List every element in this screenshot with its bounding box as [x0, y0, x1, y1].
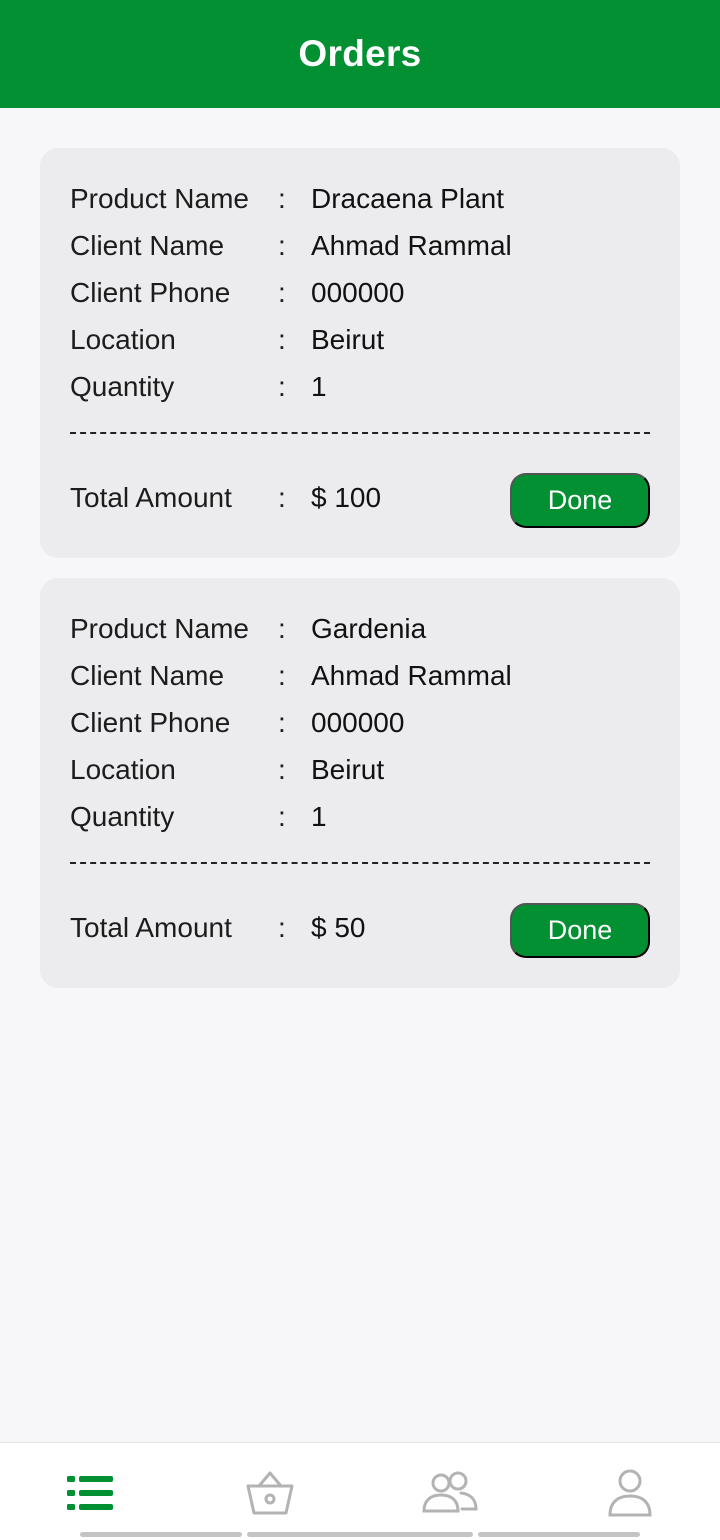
- total-amount-value: $ 100: [311, 481, 382, 513]
- product-name-value: Dracaena Plant: [311, 182, 505, 214]
- quantity-label: Quantity: [70, 800, 175, 832]
- location-label: Location: [70, 753, 176, 785]
- separator: :: [278, 276, 286, 308]
- order-card: Product Name : Gardenia Client Name : Ah…: [40, 578, 680, 988]
- location-value: Beirut: [311, 753, 385, 785]
- separator: :: [278, 481, 286, 513]
- nav-users[interactable]: [420, 1463, 480, 1523]
- separator: :: [278, 323, 286, 355]
- total-amount-label: Total Amount: [70, 481, 232, 513]
- client-name-value: Ahmad Rammal: [311, 229, 512, 261]
- quantity-value: 1: [311, 370, 327, 402]
- nav-indicator: [478, 1532, 640, 1537]
- users-icon: [422, 1471, 478, 1513]
- location-row: Location : Beirut: [70, 746, 650, 793]
- quantity-row: Quantity : 1: [70, 363, 650, 410]
- client-phone-value: 000000: [311, 706, 405, 738]
- location-row: Location : Beirut: [70, 316, 650, 363]
- separator: :: [278, 229, 286, 261]
- client-phone-label: Client Phone: [70, 706, 231, 738]
- done-button[interactable]: Done: [510, 473, 650, 528]
- nav-indicator: [80, 1532, 242, 1537]
- product-name-label: Product Name: [70, 182, 249, 214]
- product-name-row: Product Name : Dracaena Plant: [70, 175, 650, 222]
- total-amount-value: $ 50: [311, 911, 366, 943]
- app-bar: Orders: [0, 0, 720, 108]
- separator: :: [278, 659, 286, 691]
- client-phone-label: Client Phone: [70, 276, 231, 308]
- bottom-navigation: [0, 1442, 720, 1540]
- nav-orders[interactable]: [60, 1463, 120, 1523]
- client-name-row: Client Name : Ahmad Rammal: [70, 652, 650, 699]
- dashed-divider: [70, 862, 650, 864]
- separator: :: [278, 706, 286, 738]
- page-title: Orders: [298, 33, 422, 74]
- client-name-label: Client Name: [70, 229, 225, 261]
- nav-basket[interactable]: [240, 1463, 300, 1523]
- client-name-value: Ahmad Rammal: [311, 659, 512, 691]
- separator: :: [278, 612, 286, 644]
- location-value: Beirut: [311, 323, 385, 355]
- quantity-row: Quantity : 1: [70, 793, 650, 840]
- separator: :: [278, 800, 286, 832]
- product-name-row: Product Name : Gardenia: [70, 605, 650, 652]
- product-name-value: Gardenia: [311, 612, 427, 644]
- order-card: Product Name : Dracaena Plant Client Nam…: [40, 148, 680, 558]
- quantity-value: 1: [311, 800, 327, 832]
- location-label: Location: [70, 323, 176, 355]
- quantity-label: Quantity: [70, 370, 175, 402]
- separator: :: [278, 370, 286, 402]
- separator: :: [278, 182, 286, 214]
- product-name-label: Product Name: [70, 612, 249, 644]
- total-amount-label: Total Amount: [70, 911, 232, 943]
- nav-indicator: [247, 1532, 473, 1537]
- client-phone-value: 000000: [311, 276, 405, 308]
- basket-icon: [246, 1471, 294, 1515]
- nav-profile[interactable]: [600, 1463, 660, 1523]
- orders-list: Product Name : Dracaena Plant Client Nam…: [40, 148, 680, 1008]
- separator: :: [278, 753, 286, 785]
- client-name-row: Client Name : Ahmad Rammal: [70, 222, 650, 269]
- client-name-label: Client Name: [70, 659, 225, 691]
- list-icon: [67, 1476, 113, 1510]
- done-button[interactable]: Done: [510, 903, 650, 958]
- separator: :: [278, 911, 286, 943]
- profile-icon: [608, 1469, 652, 1517]
- client-phone-row: Client Phone : 000000: [70, 699, 650, 746]
- dashed-divider: [70, 432, 650, 434]
- client-phone-row: Client Phone : 000000: [70, 269, 650, 316]
